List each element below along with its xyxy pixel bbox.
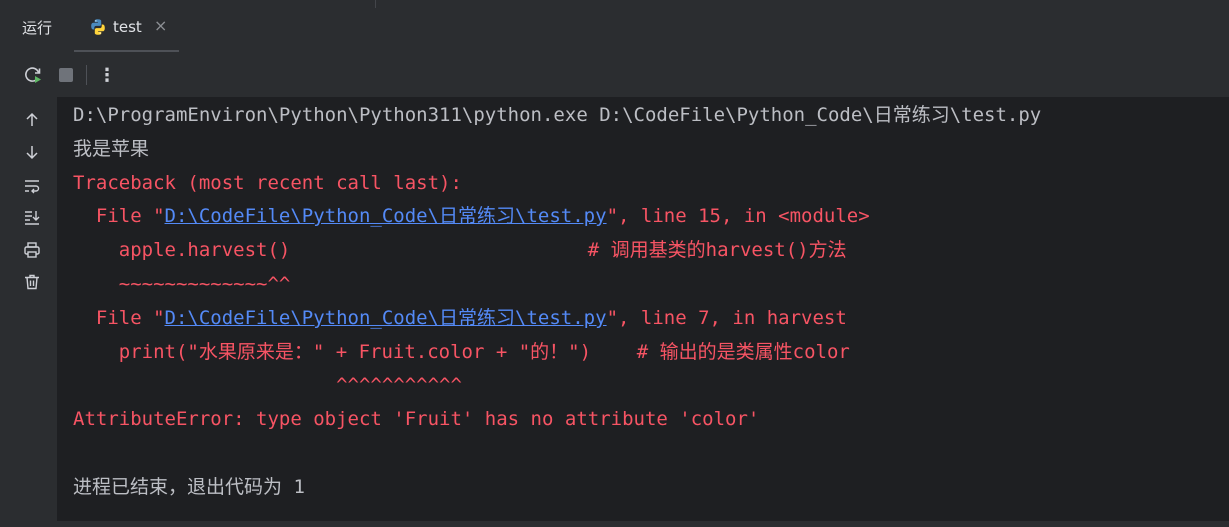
- file-path-link[interactable]: D:\CodeFile\Python_Code\日常练习\test.py: [165, 205, 607, 227]
- tab-test[interactable]: test ×: [74, 0, 179, 52]
- tool-window-title: 运行: [22, 19, 53, 37]
- toolbar-separator: [86, 65, 87, 85]
- run-toolbar: ⋮: [0, 53, 1229, 97]
- process-exit-message: 进程已结束，退出代码为 1: [73, 476, 305, 498]
- print-button[interactable]: [20, 238, 44, 262]
- scroll-up-button[interactable]: [20, 108, 44, 132]
- traceback-code-line: print("水果原来是：" + Fruit.color + "的！") # 输…: [73, 341, 850, 363]
- console-output[interactable]: D:\ProgramEnviron\Python\Python311\pytho…: [57, 97, 1229, 521]
- scroll-to-end-button[interactable]: [20, 205, 44, 229]
- python-icon: [91, 19, 105, 35]
- bottom-border: [0, 521, 1229, 527]
- stop-button[interactable]: [54, 63, 78, 87]
- printer-icon: [24, 242, 40, 258]
- scroll-down-button[interactable]: [20, 140, 44, 164]
- console-side-toolbar: [0, 97, 57, 527]
- traceback-marker-line: ^^^^^^^^^^^: [73, 374, 462, 396]
- close-icon[interactable]: ×: [154, 16, 167, 35]
- soft-wrap-icon: [25, 180, 40, 194]
- trash-icon: [25, 274, 39, 290]
- clear-all-button[interactable]: [20, 270, 44, 294]
- arrow-up-icon: [26, 112, 38, 126]
- divider: [375, 0, 376, 8]
- scroll-to-end-icon: [25, 211, 40, 225]
- run-tool-window: 运行 test × ⋮ D:\ProgramEnviron\Python\Pyt…: [0, 0, 1229, 527]
- frame-suffix: ", line 15, in <module>: [606, 205, 870, 227]
- rerun-icon: [25, 67, 41, 83]
- traceback-code-line: apple.harvest() # 调用基类的harvest()方法: [73, 239, 847, 261]
- rerun-button[interactable]: [21, 63, 45, 87]
- traceback-frame-line: File "D:\CodeFile\Python_Code\日常练习\test.…: [73, 306, 847, 330]
- traceback-marker-line: ~~~~~~~~~~~~~^^: [73, 273, 291, 295]
- frame-prefix: File ": [73, 205, 165, 227]
- console-command-line: D:\ProgramEnviron\Python\Python311\pytho…: [73, 104, 1042, 126]
- more-vertical-icon: ⋮: [98, 64, 116, 86]
- frame-suffix: ", line 7, in harvest: [606, 307, 847, 329]
- tab-label: test: [113, 18, 142, 36]
- arrow-down-icon: [26, 146, 38, 160]
- file-path-link[interactable]: D:\CodeFile\Python_Code\日常练习\test.py: [165, 307, 607, 329]
- traceback-frame-line: File "D:\CodeFile\Python_Code\日常练习\test.…: [73, 204, 870, 228]
- tab-selected-indicator: [74, 50, 179, 52]
- more-options-button[interactable]: ⋮: [95, 63, 119, 87]
- frame-prefix: File ": [73, 307, 165, 329]
- traceback-header: Traceback (most recent call last):: [73, 172, 462, 194]
- error-message: AttributeError: type object 'Fruit' has …: [73, 408, 760, 430]
- soft-wrap-button[interactable]: [20, 174, 44, 198]
- console-output-line: 我是苹果: [73, 138, 150, 160]
- tab-bar: 运行 test ×: [0, 0, 1229, 52]
- stop-icon: [59, 68, 73, 82]
